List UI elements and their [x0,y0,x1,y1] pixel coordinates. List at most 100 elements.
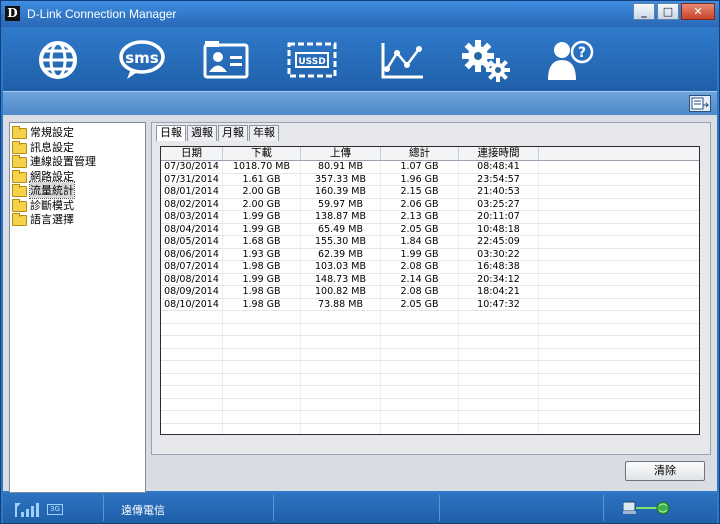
table-cell [161,373,223,385]
table-row[interactable]: 08/04/2014 1.99 GB 65.49 MB 2.05 GB 10:48:18 [161,223,699,236]
table-cell [301,373,381,385]
table-cell: 08/01/2014 [161,186,223,198]
app-window: D D-Link Connection Manager _ □ ✕ sms US… [0,0,720,524]
table-row[interactable]: 08/01/2014 2.00 GB 160.39 MB 2.15 GB 21:40:5… [161,186,699,199]
empty-table-row [161,348,699,361]
table-row[interactable]: 08/06/2014 1.93 GB 62.39 MB 1.99 GB 03:30:22 [161,248,699,261]
sms-button[interactable]: sms [115,35,169,85]
ussd-button[interactable]: USSD [285,35,339,85]
status-bar: 3G 遠傳電信 [3,493,717,523]
table-cell: 07/30/2014 [161,161,223,173]
tab-report[interactable]: 週報 [187,125,217,141]
table-cell [381,423,459,434]
table-cell-filler [539,249,699,261]
table-row[interactable]: 08/03/2014 1.99 GB 138.87 MB 2.13 GB 20:11:0… [161,211,699,224]
table-cell: 59.97 MB [301,198,381,210]
tree-item[interactable]: 連線設置管理 [12,154,143,169]
help-button[interactable]: ? [543,35,597,85]
carrier-name: 遠傳電信 [121,504,165,517]
column-header[interactable]: 日期 [161,147,223,160]
status-separator [603,495,604,521]
title-bar[interactable]: D D-Link Connection Manager _ □ ✕ [1,1,719,27]
table-cell-filler [539,174,699,186]
folder-icon [12,169,27,183]
table-cell [381,361,459,373]
table-row[interactable]: 08/07/2014 1.98 GB 103.03 MB 2.08 GB 16:48:3… [161,261,699,274]
table-cell: 08/06/2014 [161,248,223,260]
settings-button[interactable] [459,35,513,85]
table-cell: 1.98 GB [223,261,301,273]
status-separator [439,495,440,521]
tab-report[interactable]: 日報 [156,125,186,141]
status-separator [273,495,274,521]
contacts-button[interactable] [199,35,253,85]
table-row[interactable]: 07/31/2014 1.61 GB 357.33 MB 1.96 GB 23:54:5… [161,173,699,186]
table-cell [301,386,381,398]
table-cell [459,398,539,410]
table-cell [539,349,699,361]
ussd-card-icon: USSD [287,42,337,78]
maximize-button[interactable]: □ [657,3,679,20]
table-row[interactable]: 08/09/2014 1.98 GB 100.82 MB 2.08 GB 18:04:2… [161,286,699,299]
table-cell [539,399,699,411]
table-cell [459,361,539,373]
close-button[interactable]: ✕ [681,3,715,20]
table-cell: 160.39 MB [301,186,381,198]
table-cell [301,361,381,373]
table-row[interactable]: 08/10/2014 1.98 GB 73.88 MB 2.05 GB 10:47:32 [161,298,699,311]
table-cell: 2.00 GB [223,186,301,198]
column-header[interactable]: 連接時間 [459,147,539,160]
tree-item[interactable]: 網路設定 [12,169,143,184]
table-cell [381,323,459,335]
traffic-table: 日期 下載 上傳 總計 連接時間 07/30/2014 1018.70 MB 80.91 M… [160,146,700,435]
table-cell [381,373,459,385]
tab-report[interactable]: 年報 [249,125,279,141]
table-cell: 16:48:38 [459,261,539,273]
export-report-icon[interactable] [689,95,711,112]
clear-button[interactable]: 清除 [625,461,705,481]
table-cell [539,324,699,336]
tree-item[interactable]: 訊息設定 [12,140,143,155]
minimize-button[interactable]: _ [633,3,655,20]
table-cell: 03:25:27 [459,198,539,210]
folder-icon [12,126,27,140]
table-cell [161,423,223,434]
tab-report[interactable]: 月報 [218,125,248,141]
empty-table-row [161,336,699,349]
table-cell [223,373,301,385]
tree-item[interactable]: 語言選擇 [12,212,143,227]
table-row[interactable]: 08/08/2014 1.99 GB 148.73 MB 2.14 GB 20:34:1… [161,273,699,286]
tree-item[interactable]: 流量統計 [12,181,143,200]
table-cell-filler [539,186,699,198]
column-header[interactable]: 上傳 [301,147,381,160]
table-cell [381,336,459,348]
table-row[interactable]: 08/02/2014 2.00 GB 59.97 MB 2.06 GB 03:25:27 [161,198,699,211]
tree-item[interactable]: 診斷模式 [12,198,143,213]
table-cell: 1018.70 MB [223,161,301,173]
table-cell: 08/10/2014 [161,298,223,310]
table-cell: 1.61 GB [223,173,301,185]
table-cell-filler [539,211,699,223]
table-cell [459,311,539,323]
table-row[interactable]: 08/05/2014 1.68 GB 155.30 MB 1.84 GB 22:45:0… [161,236,699,249]
table-cell: 07/31/2014 [161,173,223,185]
folder-icon [12,184,27,198]
statistics-button[interactable] [375,35,429,85]
column-header[interactable]: 總計 [381,147,459,160]
table-cell: 1.99 GB [223,223,301,235]
internet-button[interactable] [31,35,85,85]
empty-table-row [161,411,699,424]
status-separator [103,495,104,521]
column-header[interactable]: 下載 [223,147,301,160]
table-cell [161,411,223,423]
table-cell [301,423,381,434]
tree-item[interactable]: 常規設定 [12,125,143,140]
table-cell [223,398,301,410]
table-row[interactable]: 07/30/2014 1018.70 MB 80.91 MB 1.07 GB 08:48… [161,161,699,174]
folder-icon [12,155,27,169]
table-cell [161,361,223,373]
table-cell [301,348,381,360]
table-cell [161,336,223,348]
sms-icon-label: sms [125,49,159,67]
gears-icon [462,40,510,82]
